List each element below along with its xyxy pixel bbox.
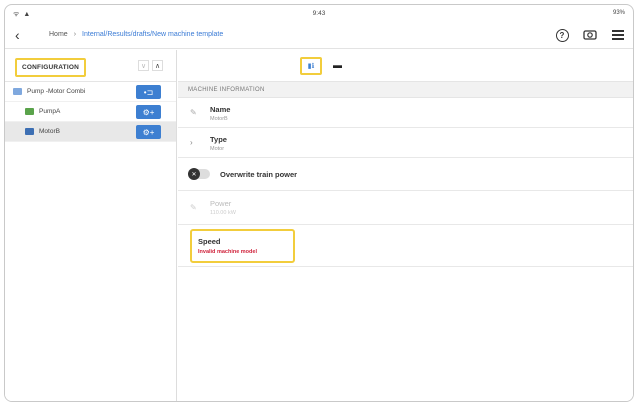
collapse-controls: ∨ ∧	[138, 60, 163, 71]
speed-title: Speed	[198, 237, 221, 246]
chevron-right-icon: ›	[190, 138, 193, 147]
train-icon	[13, 88, 22, 95]
type-value: Motor	[210, 146, 225, 152]
overwrite-title: Overwrite train power	[220, 170, 298, 179]
details-panel: ▮ℹ ▬ MACHINE INFORMATION ✎ Name MotorB ›…	[178, 50, 633, 401]
top-bar: ‹ Home › Internal/Results/drafts/New machi…	[5, 23, 633, 49]
tree-item-train[interactable]: Pump -Motor Combi •⊐	[5, 82, 176, 102]
configuration-title: CONFIGURATION	[15, 58, 87, 77]
tree-item-label: MotorB	[39, 128, 60, 135]
tree-item-label: Pump -Motor Combi	[27, 88, 86, 95]
add-component-button[interactable]: ⚙+	[136, 105, 161, 119]
power-row: ✎ Power 110.00 kW	[178, 191, 633, 225]
edit-pencil-icon: ✎	[190, 108, 197, 117]
top-actions: ?	[555, 28, 625, 42]
pump-icon	[25, 108, 34, 115]
tab-info[interactable]: ▮ℹ	[300, 57, 322, 75]
help-icon[interactable]: ?	[555, 28, 569, 42]
speed-row[interactable]: Speed Invalid machine model	[178, 225, 633, 267]
overwrite-toggle[interactable]: ✕	[188, 168, 210, 180]
tree-item-motor[interactable]: MotorB ⚙+	[5, 122, 176, 142]
menu-icon[interactable]	[611, 28, 625, 42]
type-row[interactable]: › Type Motor	[178, 128, 633, 158]
name-row[interactable]: ✎ Name MotorB	[178, 98, 633, 128]
type-title: Type	[210, 135, 227, 144]
tree-item-label: PumpA	[39, 108, 61, 115]
battery-indicator: 93%	[612, 10, 625, 16]
device-frame: ᯤ ▲ 9:43 93% ‹ Home › Internal/Results/dra…	[4, 4, 634, 402]
power-value: 110.00 kW	[210, 210, 236, 216]
power-title: Power	[210, 199, 232, 208]
tree-item-pump[interactable]: PumpA ⚙+	[5, 102, 176, 122]
configuration-panel: CONFIGURATION ∨ ∧ Pump -Motor Combi •⊐ P…	[5, 50, 177, 401]
overwrite-train-power-row[interactable]: ✕ Overwrite train power	[178, 158, 633, 191]
name-title: Name	[210, 105, 231, 114]
breadcrumb-path[interactable]: Internal/Results/drafts/New machine temp…	[82, 31, 223, 38]
speed-error: Invalid machine model	[198, 249, 257, 255]
toggle-knob-icon: ✕	[188, 168, 200, 180]
breadcrumb: Home › Internal/Results/drafts/New machine…	[49, 31, 223, 38]
camera-record-icon[interactable]	[583, 28, 597, 42]
motor-icon	[25, 128, 34, 135]
add-component-button[interactable]: ⚙+	[136, 125, 161, 139]
add-coupling-button[interactable]: •⊐	[136, 85, 161, 99]
edit-pencil-icon: ✎	[190, 203, 197, 212]
tab-bar: ▮ℹ ▬	[178, 50, 633, 82]
collapse-all-button[interactable]: ∧	[152, 60, 163, 71]
back-icon[interactable]: ‹	[15, 27, 20, 43]
expand-all-button[interactable]: ∨	[138, 60, 149, 71]
configuration-header: CONFIGURATION ∨ ∧	[5, 50, 176, 82]
speed-highlight[interactable]: Speed Invalid machine model	[190, 229, 295, 263]
clock: 9:43	[312, 10, 326, 17]
status-bar: ᯤ ▲ 9:43 93%	[5, 5, 633, 23]
breadcrumb-separator: ›	[73, 31, 77, 38]
name-value: MotorB	[210, 116, 228, 122]
breadcrumb-home[interactable]: Home	[49, 31, 68, 38]
comment-icon[interactable]: ▬	[333, 60, 342, 70]
section-header: MACHINE INFORMATION	[178, 82, 633, 98]
